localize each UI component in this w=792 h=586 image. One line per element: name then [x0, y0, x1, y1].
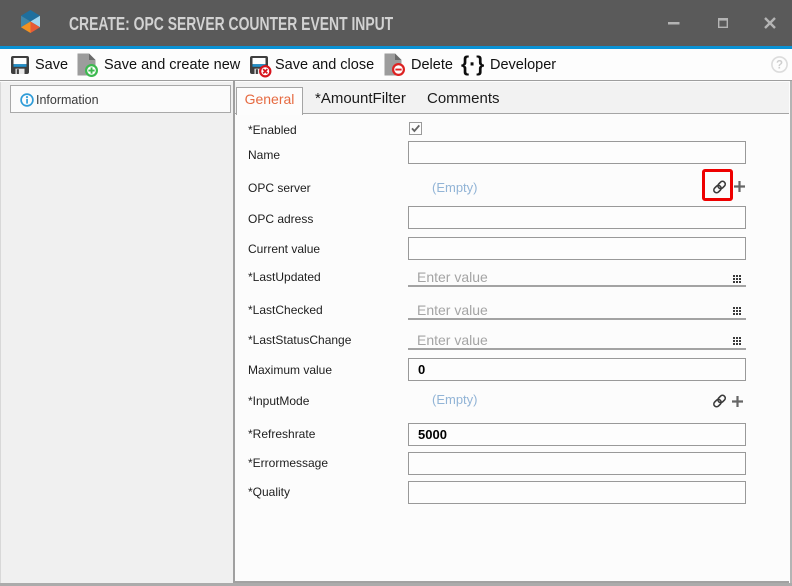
- svg-text:?: ?: [776, 60, 783, 72]
